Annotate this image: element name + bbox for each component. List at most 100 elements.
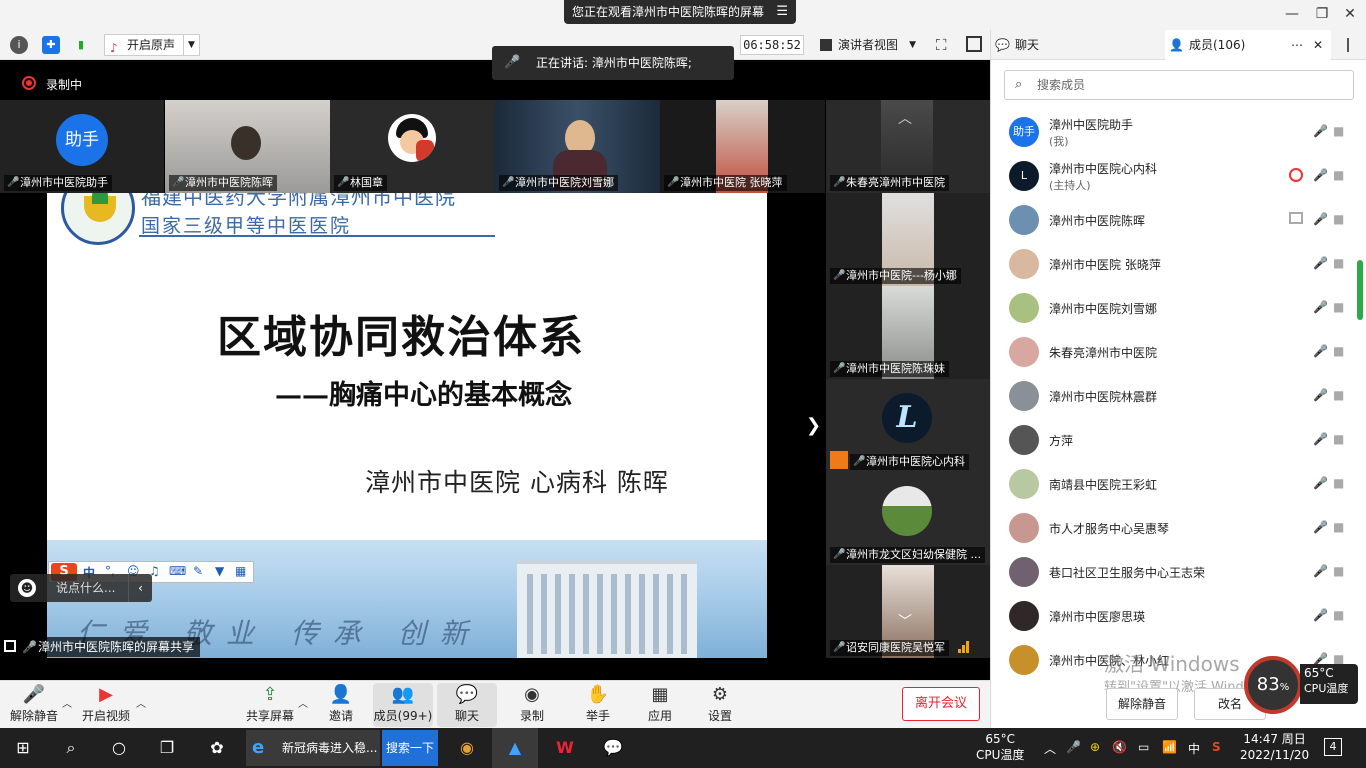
chevron-down-icon[interactable]: ﹀ [898, 611, 912, 631]
menu-icon[interactable]: ☰ [776, 0, 788, 24]
cpu-monitor-widget[interactable]: 83% 65°C CPU温度 [1244, 656, 1360, 714]
camera-icon[interactable]: ■ [1333, 256, 1349, 272]
mic-icon[interactable]: 🎤 [1313, 212, 1328, 228]
shield-icon[interactable]: ✚ [42, 36, 60, 54]
member-row[interactable]: 方萍 🎤 ■ [991, 418, 1351, 462]
cortana-icon[interactable]: ○ [96, 728, 142, 768]
mic-icon[interactable]: 🎤 [1313, 476, 1328, 492]
sogou-tray-icon[interactable]: S [1212, 740, 1221, 754]
member-row[interactable]: 助手 漳州中医院助手 (我) 🎤 ■ [991, 110, 1351, 154]
chevron-up-icon[interactable]: ︿ [62, 695, 72, 710]
video-tile[interactable]: 🎤 漳州市中医院刘雪娜 [495, 100, 660, 193]
close-icon[interactable]: ✕ [1313, 30, 1323, 60]
video-tile[interactable]: 🎤 漳州市中医院---杨小娜 [826, 193, 990, 286]
mic-icon[interactable]: 🎤 [1313, 168, 1328, 184]
signal-icon[interactable]: ▮ [72, 36, 90, 54]
camera-icon[interactable]: ■ [1333, 608, 1349, 624]
camera-icon[interactable]: ■ [1333, 124, 1349, 140]
leave-meeting-button[interactable]: 离开会议 [902, 687, 980, 721]
member-row[interactable]: 漳州市中医院刘雪娜 🎤 ■ [991, 286, 1351, 330]
chevron-up-icon[interactable]: ︿ [136, 695, 146, 710]
members-button[interactable]: 👥 成员(99+) [373, 683, 433, 727]
scrollbar[interactable] [1357, 260, 1363, 320]
member-row[interactable]: 朱春亮漳州市中医院 🎤 ■ [991, 330, 1351, 374]
chat-input[interactable]: ☻ 说点什么... ‹ [10, 574, 152, 602]
raise-hand-button[interactable]: ✋ 举手 [568, 683, 628, 727]
tencent-meeting-icon[interactable]: ▲ [492, 728, 538, 768]
more-icon[interactable]: ⋯ [1291, 30, 1303, 60]
keyboard-icon[interactable]: ⌨ [169, 564, 186, 578]
tray-cpu-temp[interactable]: 65°C CPU温度 [976, 731, 1024, 763]
mic-icon[interactable]: 🎤 [1313, 388, 1328, 404]
camera-icon[interactable]: ■ [1333, 388, 1349, 404]
video-tile[interactable]: 🎤 漳州市中医院陈晖 [165, 100, 330, 193]
viewing-banner[interactable]: 您正在观看漳州市中医院陈晖的屏幕 ☰ [564, 0, 797, 24]
volume-muted-icon[interactable]: 🔇 [1112, 740, 1127, 754]
fullscreen-icon[interactable]: ⛶ [936, 36, 947, 54]
mic-icon[interactable]: 🎤 [1313, 608, 1328, 624]
chevron-up-icon[interactable]: ︿ [298, 695, 308, 710]
chevron-up-icon[interactable]: ︿ [1044, 740, 1056, 757]
chat-button[interactable]: 💬 聊天 [437, 683, 497, 727]
member-row[interactable]: 漳州市中医院陈晖 🎤 ■ [991, 198, 1351, 242]
chevron-down-icon[interactable]: ▼ [183, 35, 199, 55]
restore-icon[interactable]: ❐ [1312, 4, 1332, 24]
member-row[interactable]: 漳州市中医院林震群 🎤 ■ [991, 374, 1351, 418]
battery-icon[interactable]: ▭ [1138, 740, 1149, 754]
start-video-button[interactable]: ▶ 开启视频 [76, 683, 136, 727]
settings-button[interactable]: ⚙ 设置 [690, 683, 750, 727]
next-page-arrow-icon[interactable]: ❯ [806, 415, 821, 436]
member-row[interactable]: 漳州市中医廖思瑛 🎤 ■ [991, 594, 1351, 638]
member-row[interactable]: 漳州市中医院 张晓萍 🎤 ■ [991, 242, 1351, 286]
mic-icon[interactable]: 🎤 [1313, 344, 1328, 360]
chevron-left-icon[interactable]: ‹ [128, 574, 152, 602]
tab-members[interactable]: 👤 成员(106) ⋯ ✕ [1165, 30, 1331, 60]
collapse-icon[interactable] [1347, 38, 1359, 52]
sidebar-toggle-icon[interactable] [966, 36, 982, 52]
member-row[interactable]: 南靖县中医院王彩虹 🎤 ■ [991, 462, 1351, 506]
camera-icon[interactable]: ■ [1333, 168, 1349, 184]
invite-button[interactable]: 👤 邀请 [311, 683, 371, 727]
member-row[interactable]: L 漳州市中医院心内科 (主持人) 🎤 ■ [991, 154, 1351, 198]
wps-icon[interactable]: W [542, 728, 588, 768]
video-tile[interactable]: 🎤 漳州市中医院陈珠妹 [826, 286, 990, 379]
notification-icon[interactable]: 4 [1324, 738, 1342, 756]
ime-indicator[interactable]: 中 [1188, 740, 1200, 757]
unmute-member-button[interactable]: 解除静音 [1106, 688, 1178, 720]
close-icon[interactable]: ✕ [1340, 4, 1360, 24]
member-row[interactable]: 巷口社区卫生服务中心王志荣 🎤 ■ [991, 550, 1351, 594]
windows-start-icon[interactable]: ⊞ [0, 728, 46, 768]
info-icon[interactable]: i [10, 36, 28, 54]
member-row[interactable]: 市人才服务中心吴惠琴 🎤 ■ [991, 506, 1351, 550]
video-tile[interactable]: ︿ 🎤 朱春亮漳州市中医院 [826, 100, 990, 193]
apps-button[interactable]: ▦ 应用 [630, 683, 690, 727]
camera-icon[interactable]: ■ [1333, 212, 1349, 228]
unmute-button[interactable]: 🎤 解除静音 [4, 683, 64, 727]
chevron-up-icon[interactable]: ︿ [898, 108, 912, 128]
camera-icon[interactable]: ■ [1333, 520, 1349, 536]
video-tile[interactable]: 助手 🎤 漳州市中医院助手 [0, 100, 164, 193]
camera-icon[interactable]: ■ [1333, 300, 1349, 316]
tools-icon[interactable]: ✎ [193, 564, 203, 578]
network-icon[interactable]: 📶 [1162, 740, 1177, 754]
camera-icon[interactable]: ■ [1333, 476, 1349, 492]
app-tray-icon[interactable]: ⊕ [1090, 740, 1100, 754]
search-input[interactable]: ⌕ 搜索成员 [1004, 70, 1354, 100]
view-mode-button[interactable]: 演讲者视图 ▼ [816, 35, 924, 55]
mic-icon[interactable]: 🎤 [1313, 432, 1328, 448]
mic-icon[interactable]: 🎤 [1066, 740, 1081, 754]
minimize-icon[interactable]: — [1282, 4, 1302, 24]
tab-chat[interactable]: 💬 聊天 [991, 30, 1165, 60]
video-tile[interactable]: 🎤 林国章 [330, 100, 495, 193]
camera-icon[interactable]: ■ [1333, 564, 1349, 580]
record-button[interactable]: ◉ 录制 [502, 683, 562, 727]
video-tile[interactable]: 🎤 漳州市龙文区妇幼保健院 ... [826, 472, 990, 565]
taskbar-search-button[interactable]: 搜索一下 [382, 730, 438, 766]
mic-icon[interactable]: 🎤 [1313, 564, 1328, 580]
wechat-icon[interactable]: 💬 [590, 728, 636, 768]
camera-icon[interactable]: ■ [1333, 432, 1349, 448]
grid-icon[interactable]: ▦ [235, 564, 246, 578]
skin-icon[interactable]: ▼ [215, 564, 224, 578]
browser-icon[interactable]: ◉ [444, 728, 490, 768]
emoji-icon[interactable]: ☻ [18, 579, 36, 597]
